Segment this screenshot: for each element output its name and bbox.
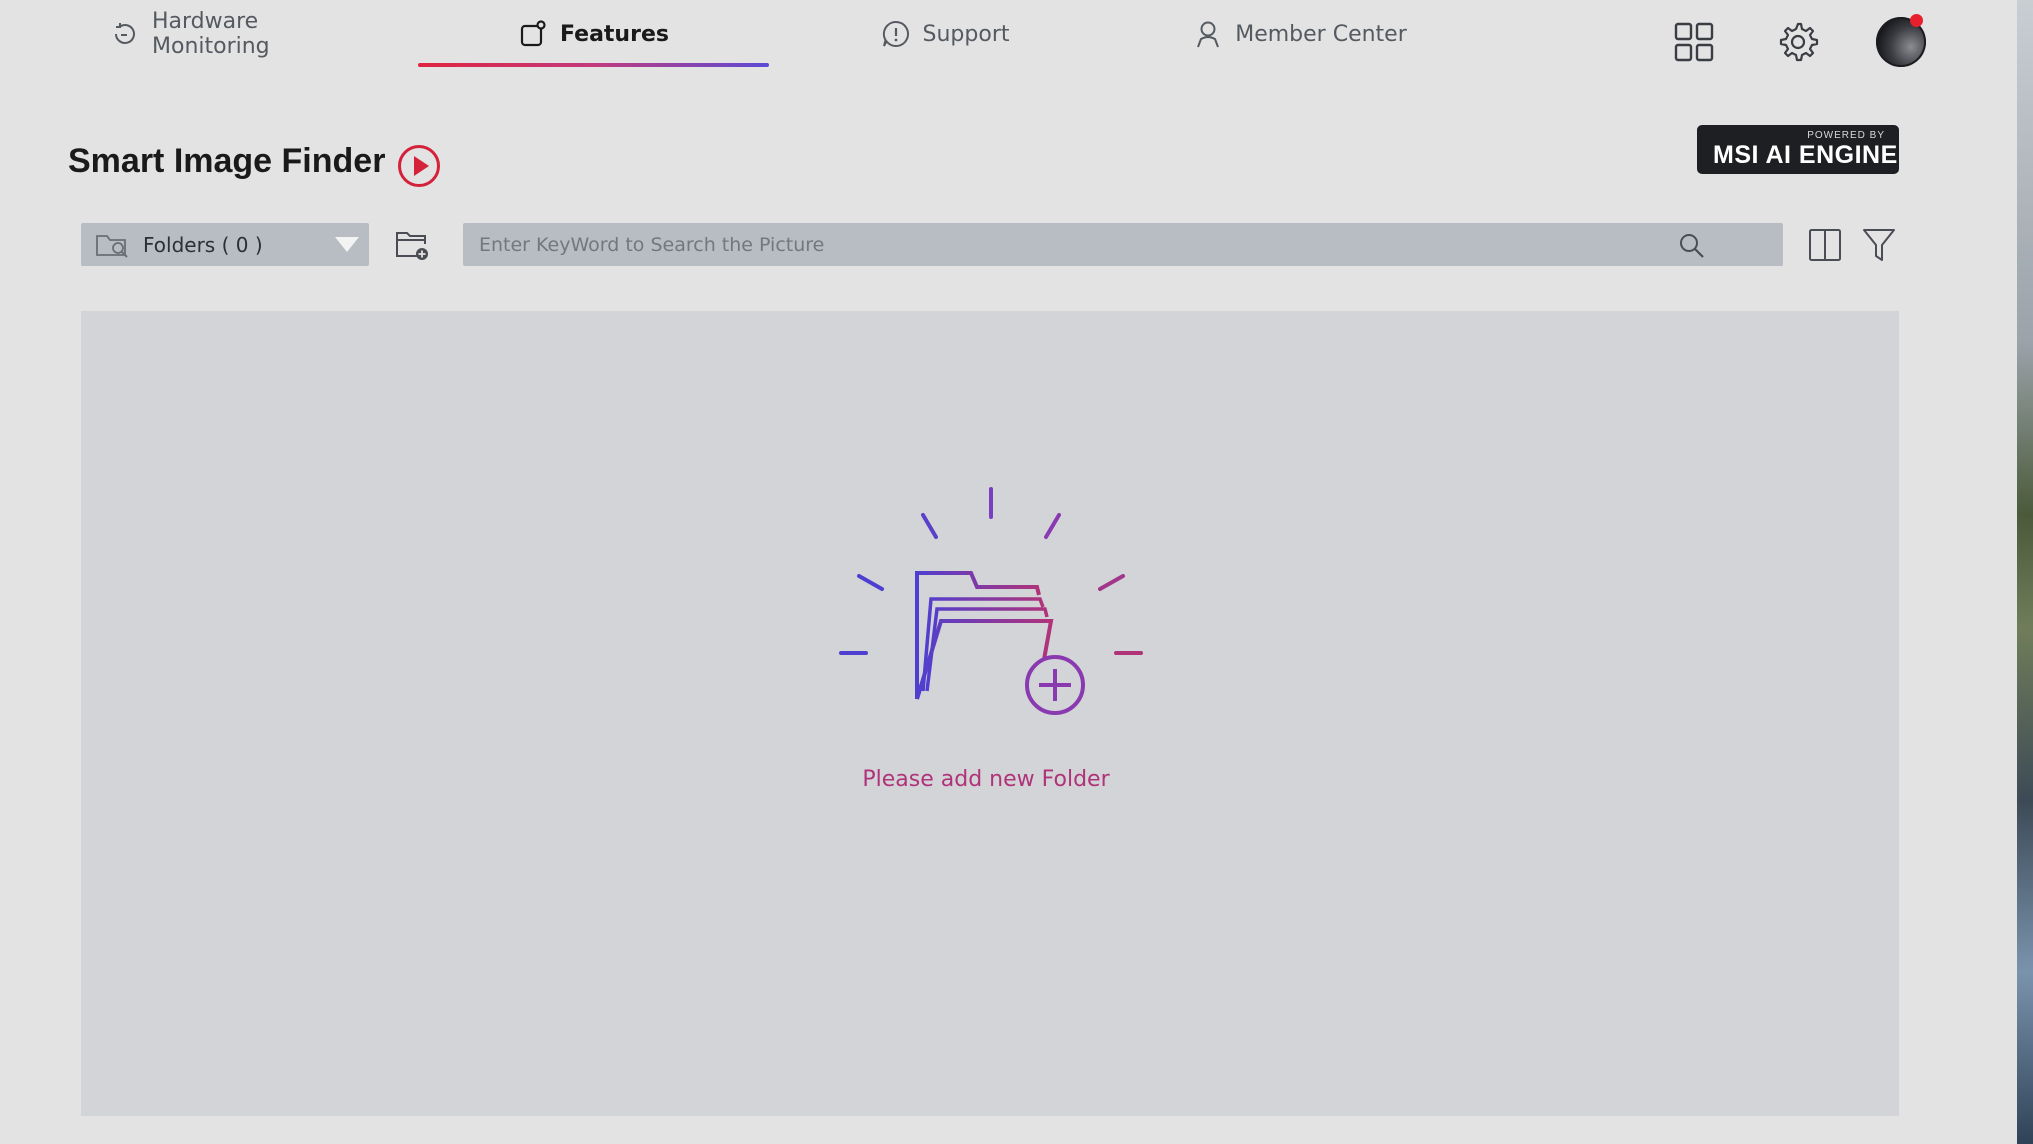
notification-dot <box>1910 14 1923 27</box>
empty-folder-illustration <box>839 487 1143 715</box>
desktop-wallpaper-edge <box>2017 0 2033 1144</box>
grid-icon <box>1674 22 1714 62</box>
search-input[interactable] <box>463 223 1703 266</box>
badge-small-text: POWERED BY <box>1807 130 1885 141</box>
nav-tab-label: Support <box>922 21 1010 47</box>
page-title: Smart Image Finder <box>68 142 386 180</box>
folder-dropdown[interactable]: Folders ( 0 ) <box>81 223 369 266</box>
folder-add-icon <box>396 232 428 260</box>
search-icon[interactable] <box>1677 231 1707 261</box>
nav-tab-label: Member Center <box>1235 21 1407 47</box>
image-gallery-panel: Please add new Folder <box>81 311 1899 1116</box>
empty-state-message: Please add new Folder <box>862 767 1110 792</box>
grid-view-button[interactable] <box>1670 18 1718 66</box>
nav-tab-label: Features <box>560 21 669 47</box>
app-window: Hardware Monitoring Features Support Mem… <box>0 0 2017 1144</box>
msi-ai-engine-badge: POWERED BY MSI AI ENGINE <box>1697 125 1899 174</box>
filter-button[interactable] <box>1862 227 1896 263</box>
settings-button[interactable] <box>1774 18 1822 66</box>
gauge-icon <box>110 19 140 49</box>
add-folder-button[interactable] <box>393 226 431 264</box>
split-view-button[interactable] <box>1808 227 1842 263</box>
split-view-icon <box>1809 229 1841 261</box>
support-icon <box>881 19 911 49</box>
chevron-down-icon <box>335 237 359 252</box>
play-tutorial-button[interactable] <box>397 144 441 188</box>
features-icon <box>518 19 548 49</box>
search-bar <box>463 223 1783 266</box>
active-tab-indicator <box>418 63 769 67</box>
nav-tab-label: Hardware Monitoring <box>152 9 270 59</box>
nav-tab-hardware-monitoring[interactable]: Hardware Monitoring <box>110 0 380 68</box>
folder-dropdown-label: Folders ( 0 ) <box>143 232 263 257</box>
user-icon <box>1193 19 1223 49</box>
nav-tab-support[interactable]: Support <box>870 0 1020 68</box>
nav-tab-member-center[interactable]: Member Center <box>1185 0 1415 68</box>
play-icon <box>398 145 440 187</box>
filter-icon <box>1863 229 1895 261</box>
badge-big-text: MSI AI ENGINE <box>1713 141 1898 169</box>
gear-icon <box>1779 22 1819 62</box>
nav-tab-features[interactable]: Features <box>418 0 769 68</box>
folder-search-icon <box>96 234 128 258</box>
